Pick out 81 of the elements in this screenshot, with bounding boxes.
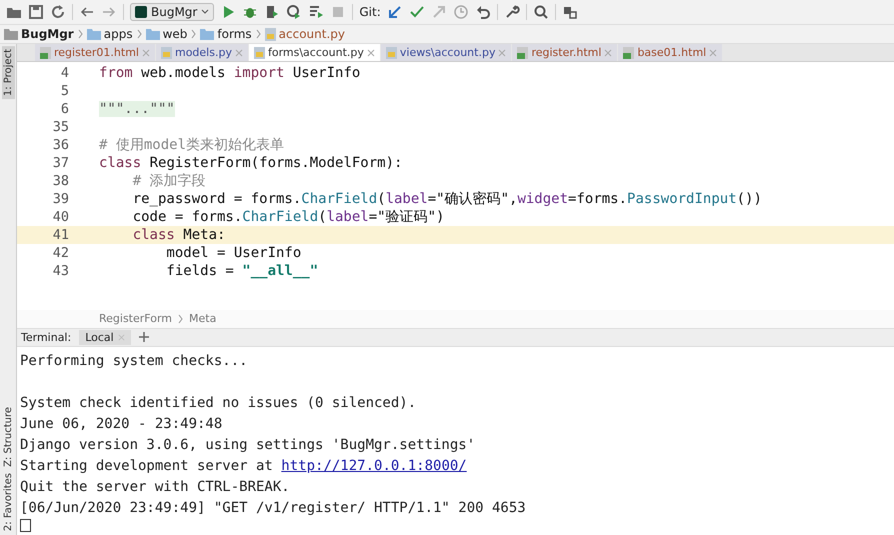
python-file-icon bbox=[160, 46, 172, 59]
folder-icon bbox=[200, 28, 214, 40]
breadcrumb-item[interactable]: web bbox=[162, 27, 188, 41]
chevron-icon bbox=[256, 29, 261, 39]
line-number: 36 bbox=[52, 137, 70, 154]
folder-icon bbox=[86, 28, 101, 40]
html-file-icon bbox=[40, 46, 51, 59]
line-number: 6 bbox=[60, 101, 70, 118]
folder-icon bbox=[146, 28, 160, 40]
terminal-output-line: Quit the server with CTRL-BREAK. bbox=[20, 479, 290, 496]
breadcrumb-item[interactable]: BugMgr bbox=[21, 27, 74, 41]
folder-icon bbox=[4, 28, 18, 40]
html-file-icon bbox=[517, 46, 528, 59]
code-line: code = forms.CharField(label="验证码") bbox=[132, 208, 444, 226]
terminal-label: Terminal: bbox=[21, 330, 72, 344]
commit-check-icon[interactable] bbox=[408, 4, 425, 20]
tool-window-tab[interactable]: Z: Structure bbox=[2, 404, 14, 470]
line-number: 41 bbox=[52, 227, 70, 244]
breadcrumb-item[interactable]: forms bbox=[217, 27, 252, 41]
code-breadcrumb-item[interactable]: RegisterForm bbox=[99, 312, 172, 326]
close-icon[interactable] bbox=[366, 48, 375, 57]
line-number: 43 bbox=[52, 263, 70, 280]
line-number: 5 bbox=[60, 83, 70, 100]
line-number: 39 bbox=[52, 191, 70, 208]
git-label: Git: bbox=[359, 5, 381, 19]
html-file-icon bbox=[623, 46, 634, 59]
python-file-icon bbox=[254, 46, 265, 59]
code-line: fields = "__all__" bbox=[165, 263, 318, 280]
editor-tab[interactable]: base01.html bbox=[618, 44, 722, 62]
tool-window-tab[interactable]: 2: Favorites bbox=[2, 470, 14, 534]
database-icon[interactable] bbox=[562, 4, 578, 20]
update-arrow-icon[interactable] bbox=[386, 4, 403, 20]
editor-tab[interactable]: register.html bbox=[512, 44, 618, 62]
code-line: class Meta: bbox=[132, 227, 226, 244]
python-file-icon bbox=[264, 28, 276, 40]
line-number: 4 bbox=[60, 65, 70, 82]
terminal-cursor bbox=[20, 519, 31, 532]
breadcrumb-item[interactable]: account.py bbox=[278, 27, 345, 41]
code-line: model = UserInfo bbox=[165, 245, 302, 262]
code-line: # 添加字段 bbox=[132, 172, 206, 190]
caret-icon bbox=[201, 8, 210, 16]
terminal-output-line: [06/Jun/2020 23:49:49] "GET /v1/register/ HTTP/1.1" 200 4653 bbox=[20, 500, 526, 516]
chevron-icon bbox=[191, 29, 196, 39]
terminal-output-line: Django version 3.0.6, using settings 'BugMgr.settings' bbox=[20, 437, 476, 454]
terminal-output-line: June 06, 2020 - 23:49:48 bbox=[20, 416, 222, 432]
line-number: 40 bbox=[52, 209, 70, 226]
code-line: class RegisterForm(forms.ModelForm): bbox=[99, 155, 402, 172]
profile-icon[interactable] bbox=[286, 4, 302, 20]
chevron-icon bbox=[136, 29, 142, 39]
tool-window-tab[interactable]: 1: Project bbox=[2, 46, 14, 100]
line-number: 35 bbox=[52, 119, 70, 136]
line-number: 42 bbox=[52, 245, 70, 262]
server-link[interactable]: http://127.0.0.1:8000/ bbox=[281, 458, 467, 474]
search-icon[interactable] bbox=[532, 4, 549, 20]
code-line: re_password = forms.CharField(label="确认密码",widget=forms.PasswordInput()) bbox=[132, 190, 762, 208]
add-icon[interactable] bbox=[138, 332, 149, 342]
run-configuration-dropdown[interactable]: BugMgr bbox=[130, 3, 214, 21]
code-breadcrumb-item[interactable]: Meta bbox=[189, 312, 216, 326]
line-number: 38 bbox=[52, 173, 70, 190]
editor-tab[interactable]: models.py bbox=[156, 44, 248, 62]
editor-tab[interactable]: register01.html bbox=[35, 44, 155, 62]
editor-tab[interactable]: forms\account.py bbox=[248, 44, 380, 62]
coverage-icon[interactable] bbox=[264, 4, 280, 20]
terminal-output-line: System check identified no issues (0 silenced). bbox=[20, 395, 416, 412]
undo-icon[interactable] bbox=[474, 4, 491, 20]
chevron-icon bbox=[178, 314, 183, 324]
python-file-icon bbox=[386, 46, 397, 59]
settings-wrench-icon[interactable] bbox=[504, 4, 520, 20]
terminal-output-line: Starting development server at http://127.0.0.1:8000/ bbox=[20, 458, 467, 474]
code-line: # 使用model类来初始化表单 bbox=[99, 136, 284, 154]
line-number: 37 bbox=[52, 155, 70, 172]
refresh-icon[interactable] bbox=[50, 4, 66, 20]
terminal-tab[interactable]: Local bbox=[79, 330, 131, 345]
code-line: from web.models import UserInfo bbox=[99, 65, 360, 82]
run-list-icon[interactable] bbox=[308, 4, 324, 20]
chevron-icon bbox=[78, 29, 83, 39]
breadcrumb-item[interactable]: apps bbox=[104, 27, 133, 41]
save-icon[interactable] bbox=[28, 4, 44, 20]
editor-tab[interactable]: views\account.py bbox=[380, 44, 512, 62]
history-clock-icon[interactable] bbox=[452, 4, 469, 20]
terminal-output-line: Performing system checks... bbox=[20, 353, 248, 370]
